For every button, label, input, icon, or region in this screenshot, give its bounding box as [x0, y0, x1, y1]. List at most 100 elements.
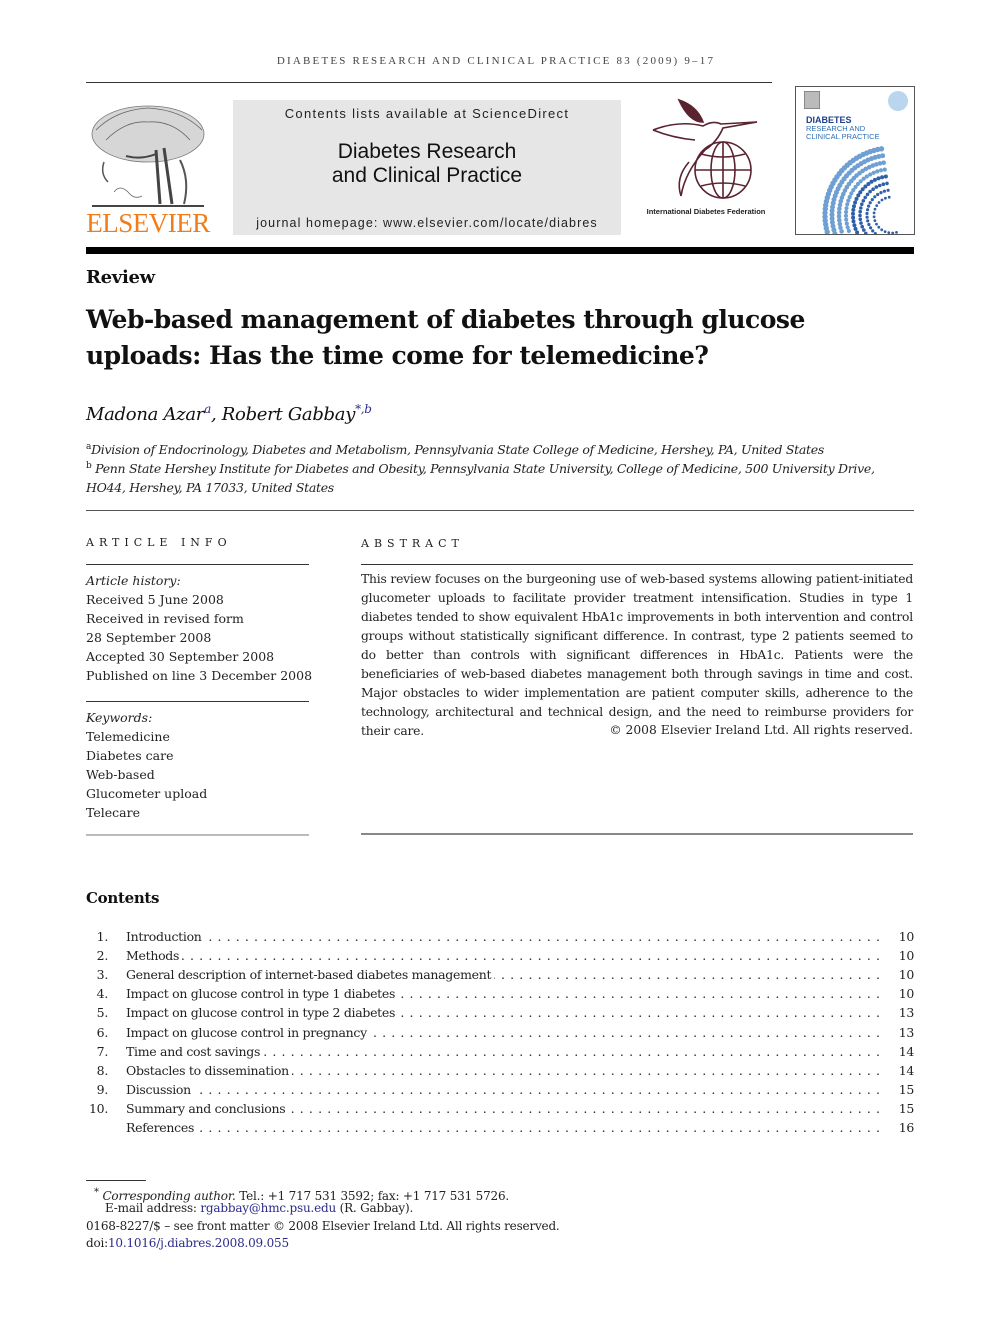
author-name[interactable]: Robert Gabbay [222, 404, 356, 425]
cover-dot [863, 195, 867, 200]
toc-label[interactable]: Discussion [126, 1081, 880, 1097]
journal-homepage-link[interactable]: journal homepage: www.elsevier.com/locat… [233, 216, 621, 230]
cover-dot [877, 225, 881, 229]
toc-entry[interactable]: References 16 [86, 1120, 914, 1139]
author-name[interactable]: Madona Azar [86, 404, 204, 425]
toc-label[interactable]: General description of internet-based di… [126, 967, 880, 983]
contents-available-link[interactable]: Contents lists available at ScienceDirec… [233, 106, 621, 121]
article-title: Web-based management of diabetes through… [86, 302, 906, 374]
cover-dot [867, 222, 871, 227]
abstract-bottom-rule [361, 833, 913, 835]
toc-page-number: 14 [898, 1062, 915, 1078]
toc-number: 2. [96, 948, 109, 964]
history-item: 28 September 2008 [86, 630, 212, 645]
cover-dot [868, 189, 872, 194]
keyword: Glucometer upload [86, 786, 208, 801]
cover-dot [880, 198, 884, 202]
cover-dot [891, 231, 895, 234]
cover-dot [844, 209, 849, 215]
email-link[interactable]: rgabbay@hmc.psu.edu [200, 1201, 336, 1215]
cover-dot [895, 231, 898, 234]
cover-dot [845, 202, 850, 207]
cover-dot [875, 222, 878, 226]
journal-banner: Contents lists available at ScienceDirec… [233, 100, 621, 235]
cover-dot [853, 226, 858, 231]
history-item: Published on line 3 December 2008 [86, 668, 313, 683]
toc-page-number: 13 [898, 1005, 915, 1021]
journal-cover-thumbnail[interactable]: DIABETES RESEARCH AND CLINICAL PRACTICE [795, 86, 915, 235]
toc-label[interactable]: References [126, 1120, 880, 1135]
toc-label[interactable]: Impact on glucose control in type 2 diab… [126, 1005, 880, 1021]
keyword: Telecare [86, 805, 140, 820]
cover-dot [851, 215, 856, 220]
doi-link[interactable]: 10.1016/j.diabres.2008.09.055 [108, 1236, 289, 1250]
toc-label[interactable]: Time and cost savings [126, 1043, 880, 1059]
toc-page-number: 14 [898, 1043, 915, 1059]
cover-dot [867, 204, 871, 208]
cover-dot [875, 169, 880, 174]
affiliation-b: b Penn State Hershey Institute for Diabe… [86, 457, 916, 497]
cover-dot [869, 226, 873, 230]
toc-entry[interactable]: 5. Impact on glucose control in type 2 di… [86, 1005, 914, 1024]
cover-dot [877, 201, 881, 204]
toc-page-number: 10 [898, 986, 915, 1002]
elsevier-wordmark[interactable]: ELSEVIER [86, 208, 210, 239]
toc-entry[interactable]: 2. Methods 10 [86, 948, 914, 967]
cover-dot [845, 225, 850, 230]
toc-label[interactable]: Introduction [126, 929, 880, 944]
toc-label[interactable]: Obstacles to dissemination [126, 1062, 880, 1078]
toc-label[interactable]: Impact on glucose control in type 1 diab… [126, 986, 880, 1002]
cover-dot [858, 213, 862, 218]
cover-dot [858, 217, 863, 222]
idf-label: International Diabetes Federation [646, 207, 766, 216]
toc-entry[interactable]: 3. General description of internet-based … [86, 967, 914, 986]
cover-dot [852, 223, 857, 228]
toc-page-number: 10 [898, 929, 915, 944]
toc-number: 1. [96, 929, 109, 944]
cover-dot [846, 228, 851, 234]
toc-label[interactable]: Summary and conclusions [126, 1100, 880, 1116]
toc-entry[interactable]: 7. Time and cost savings 14 [86, 1043, 915, 1063]
cover-dot [843, 213, 849, 218]
cover-dot [875, 204, 879, 207]
article-info-heading: ARTICLE INFO [86, 536, 232, 549]
toc-label[interactable]: Methods [126, 948, 880, 964]
cover-dot [877, 183, 882, 188]
cover-dot [883, 230, 887, 233]
toc-entry[interactable]: 8. Obstacles to dissemination 14 [86, 1062, 915, 1082]
author-list: Madona Azara, Robert Gabbay*,b [86, 402, 372, 425]
keyword: Diabetes care [86, 748, 174, 763]
toc-entry[interactable]: 10. Summary and conclusions 15 [86, 1100, 914, 1120]
header-rule [86, 82, 772, 83]
cover-dot [879, 191, 883, 195]
article-info-rule [86, 564, 309, 565]
cover-dot [860, 202, 864, 207]
toc-label[interactable]: Impact on glucose control in pregnancy [126, 1024, 880, 1040]
abstract-text: This review focuses on the burgeoning us… [361, 572, 913, 738]
cover-dot [851, 219, 856, 224]
toc-entry[interactable]: 4. Impact on glucose control in type 1 di… [86, 986, 914, 1005]
toc-number: 6. [96, 1024, 109, 1040]
cover-dot [878, 168, 884, 173]
toc-entry[interactable]: 1. Introduction 10 [86, 929, 914, 948]
author-affil-mark[interactable]: a [204, 402, 211, 416]
toc-entry[interactable]: 9. Discussion 15 [86, 1081, 914, 1101]
abstract-rule [361, 564, 913, 565]
cover-dot [883, 174, 888, 179]
toc-entry[interactable]: 6. Impact on glucose control in pregnancy… [86, 1024, 914, 1044]
cover-dot [839, 229, 844, 234]
cover-dot [853, 200, 858, 205]
cover-dot [887, 195, 891, 199]
cover-dot [866, 208, 870, 212]
cover-dot [844, 217, 849, 222]
cover-dot [844, 221, 849, 226]
toc-number: 9. [96, 1081, 109, 1097]
toc-number: 10. [89, 1100, 108, 1116]
keywords-rule [86, 701, 309, 702]
idf-hummingbird-globe-icon[interactable] [645, 98, 763, 202]
author-affil-mark[interactable]: *,b [355, 402, 372, 416]
cover-dot [882, 189, 886, 193]
toc-page-number: 16 [898, 1120, 915, 1135]
toc-page-number: 10 [898, 967, 915, 983]
article-info-bottom-rule [86, 834, 309, 836]
